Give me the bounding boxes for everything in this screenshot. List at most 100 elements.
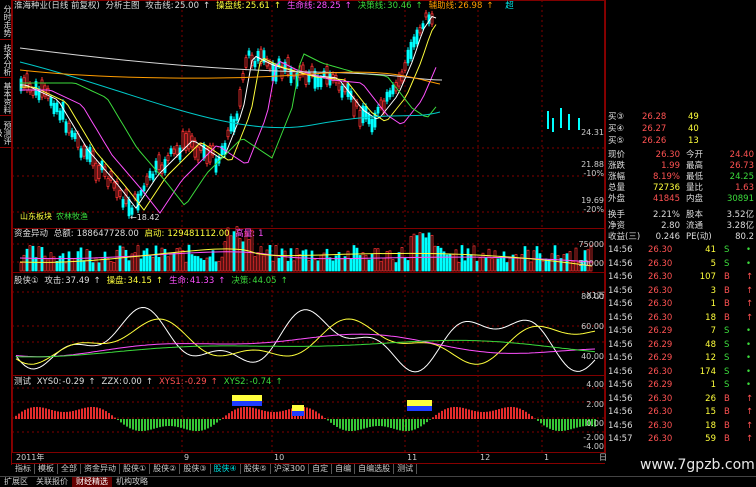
tick-row: 14:56 26.30 26 B ↑ — [608, 394, 755, 405]
status-tab[interactable]: 扩展区 — [0, 477, 32, 487]
candle-body — [187, 130, 191, 150]
osc1-header-item-value: 41.33 — [189, 276, 215, 286]
volume-bar — [547, 259, 551, 272]
board-label-industry[interactable]: 农林牧渔 — [56, 211, 88, 222]
fundamental-value: 2.80 — [661, 221, 680, 231]
arrow-icon: ↑ — [280, 276, 288, 286]
rail-tab-fundamentals[interactable]: 基本资料 — [0, 80, 12, 116]
indicator-tab[interactable]: 股侠⑤ — [241, 464, 271, 474]
volume-bar — [109, 260, 113, 272]
tick-row: 14:56 26.29 7 S • — [608, 326, 755, 337]
candle-body — [145, 175, 149, 185]
volume-bar — [256, 252, 260, 272]
status-tab[interactable]: 财经精选 — [72, 477, 112, 487]
low-price-label: ←18.42 — [130, 213, 160, 222]
volume-bar — [502, 251, 506, 272]
volume-bar — [478, 257, 482, 272]
x-axis-label: 12 — [480, 453, 491, 462]
candle-body — [409, 41, 413, 59]
indicator-tab[interactable]: 股侠① — [120, 464, 151, 474]
volume-bar — [541, 260, 545, 272]
order-volume: 40 — [688, 124, 699, 134]
tick-mark: ↑ — [746, 312, 754, 323]
candle-body — [391, 84, 395, 95]
indicator-tab[interactable]: 自定 — [309, 464, 333, 474]
quote-value: 26.30 — [655, 150, 680, 160]
tick-time: 14:56 — [608, 420, 633, 431]
candle-body — [196, 146, 200, 161]
arrow-icon: ↑ — [202, 1, 211, 11]
indicator-tab[interactable]: 资金异动 — [81, 464, 120, 474]
rail-tab-forecast[interactable]: 预测评级 — [0, 118, 12, 148]
volume-bar — [463, 260, 467, 272]
quote-value: 1.63 — [735, 183, 754, 193]
candle-body — [370, 119, 374, 133]
indicator-tab[interactable]: 模板 — [35, 464, 58, 474]
volume-bar — [304, 249, 308, 272]
tick-price: 26.30 — [648, 407, 673, 417]
volume-bar — [466, 248, 470, 272]
osc2-title: 测试 — [14, 377, 32, 387]
board-label-region[interactable]: 山东板块 — [20, 211, 52, 222]
indicator-tab[interactable]: 股侠② — [150, 464, 181, 474]
candle-body — [415, 29, 419, 45]
chart-area[interactable]: 淮海种业(日线 前复权) 分析主图 攻击线:25.00 ↑ 操盘线:25.61 ↑ 生命… — [12, 0, 605, 453]
volume-bar — [142, 250, 146, 272]
indicator-tab[interactable]: 股侠④ — [211, 464, 241, 474]
indicator-tab[interactable]: 自编选股 — [355, 464, 395, 474]
indicator-name[interactable]: 分析主图 — [106, 1, 140, 11]
long-ma-line — [19, 69, 441, 85]
volume-bar — [184, 261, 188, 272]
candle-body — [385, 91, 389, 102]
volume-bar — [520, 254, 524, 272]
osc2-axis-label: -2.00 — [583, 433, 604, 442]
tick-price: 26.30 — [648, 434, 673, 444]
osc2-header-item-label: ZZX: — [101, 377, 122, 387]
tick-volume: 26 — [705, 393, 716, 404]
rail-tab-intraday[interactable]: 分时走势 — [0, 2, 12, 40]
osc2-header-item-value: -0.29 — [62, 377, 85, 387]
volume-bar — [328, 257, 332, 272]
tick-price: 26.30 — [648, 285, 673, 296]
volume-bar — [289, 248, 293, 272]
tick-volume: 1 — [710, 380, 716, 390]
candle-body — [82, 145, 86, 157]
volume-bar — [394, 262, 398, 272]
indicator-tab[interactable]: 全部 — [58, 464, 81, 474]
indicator-tab[interactable]: 自编 — [332, 464, 356, 474]
candle-body — [352, 98, 356, 117]
tick-time: 14:56 — [608, 339, 633, 350]
volume-bar — [280, 248, 284, 272]
volume-bar — [79, 247, 83, 272]
fundamental-value: 2.21% — [652, 210, 680, 220]
volume-bar — [298, 254, 302, 272]
osc2-axis-label: 4.00 — [586, 380, 604, 389]
tick-side: S — [724, 380, 730, 390]
indicator-tab[interactable]: 沪深300 — [271, 464, 310, 474]
rail-tab-technical[interactable]: 技术分析 — [0, 42, 12, 78]
volume-total-label: 总额: — [53, 229, 74, 239]
osc2-header-item: XYS1:-0.29 ↑ — [159, 377, 221, 387]
osc1-header-item-label: 操盘: — [106, 276, 127, 286]
indicator-tab[interactable]: 测试 — [394, 464, 418, 474]
status-tab[interactable]: 机构攻略 — [112, 477, 152, 487]
main-header-item-value: 30.46 — [387, 1, 412, 11]
osc2-header-item-value: -0.74 — [249, 377, 272, 387]
status-tab[interactable]: 关联报价 — [32, 477, 72, 487]
volume-bar — [295, 248, 299, 272]
indicator-tab[interactable]: 指标 — [12, 464, 35, 474]
indicator-tab[interactable]: 股侠③ — [180, 464, 211, 474]
quote-panel: 买③ 26.28 49 买④ 26.27 40 买⑤ 26.26 13 现价 26.30 今开 24.4… — [605, 0, 756, 453]
x-axis-label: 日 — [599, 453, 607, 462]
volume-bar — [370, 253, 374, 272]
candle-body — [181, 130, 185, 149]
volume-bar — [487, 248, 491, 272]
tick-time: 14:56 — [608, 272, 633, 282]
fundamental-value: 3.28亿 — [726, 221, 754, 231]
quote-label: 今开 — [686, 150, 704, 160]
osc2-axis-label: 0.00 — [586, 419, 604, 428]
arrow-icon: ↑ — [210, 377, 218, 387]
osc1-header-item: 攻击:37.49 ↑ — [44, 276, 103, 286]
volume-bar — [385, 251, 389, 272]
tick-price: 26.30 — [648, 272, 673, 282]
